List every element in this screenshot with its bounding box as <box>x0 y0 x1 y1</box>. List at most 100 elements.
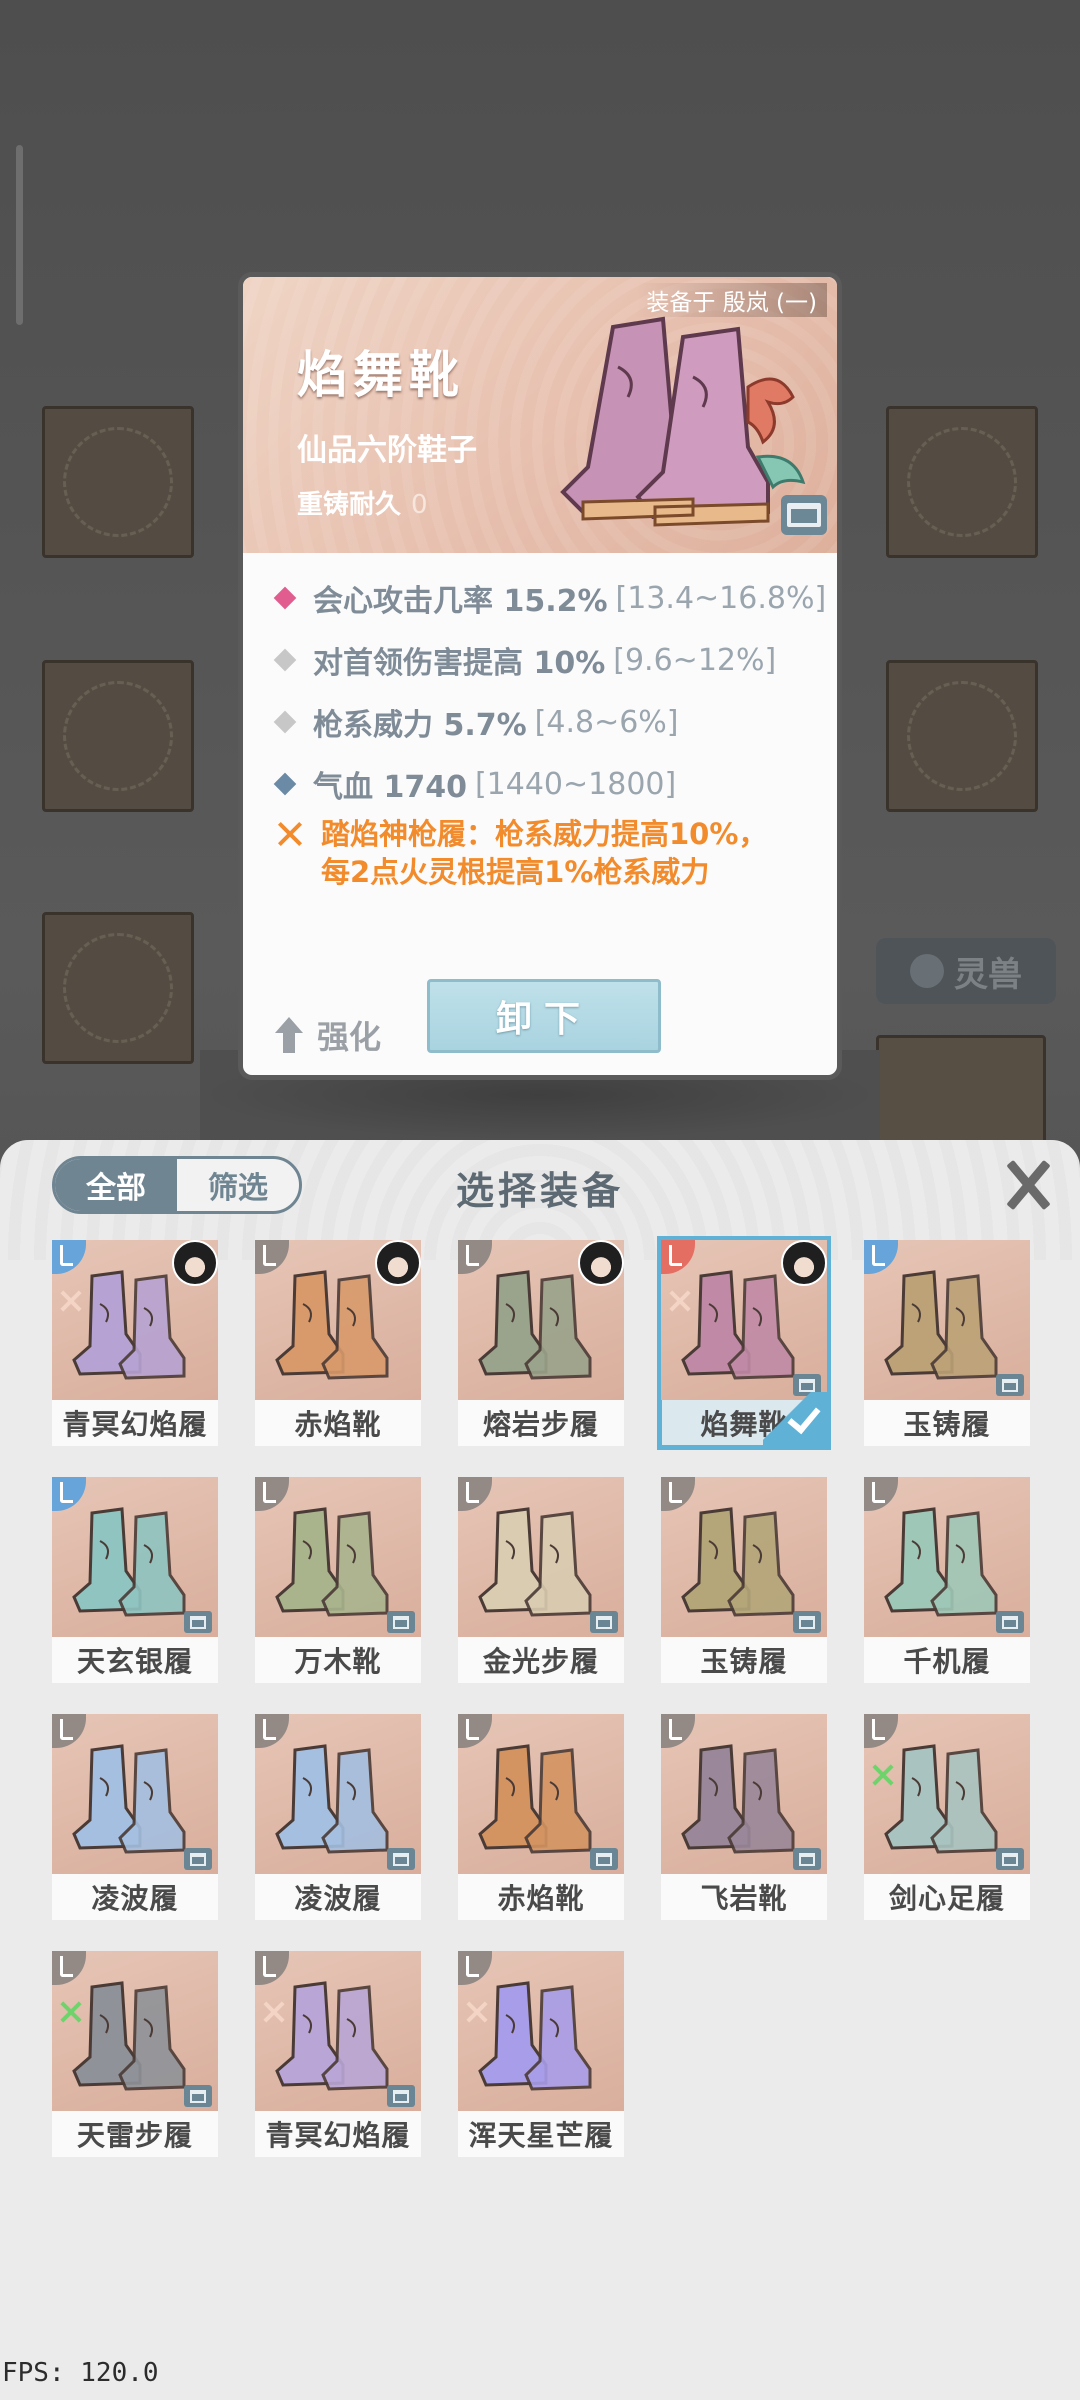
stat-list: 会心攻击几率 15.2% [13.4~16.8%] 对首领伤害提高 10% [9.6… <box>269 567 829 815</box>
item-grade-type: 仙品六阶鞋子 <box>297 433 477 468</box>
lock-icon <box>184 1611 212 1633</box>
set-bonus: 踏焰神枪履：枪系威力提高10%， 每2点火灵根提高1%枪系威力 <box>269 815 829 891</box>
equipped-character-avatar <box>172 1240 218 1286</box>
equipment-name: 玉铸履 <box>903 1408 991 1441</box>
equipment-name: 浑天星芒履 <box>468 2119 614 2152</box>
equipment-name: 飞岩靴 <box>700 1882 788 1915</box>
equipment-name: 赤焰靴 <box>497 1882 585 1915</box>
equipment-card[interactable]: 天玄银履 <box>52 1477 218 1683</box>
stat-text: 对首领伤害提高 10% <box>313 646 606 681</box>
stat-row: 枪系威力 5.7% [4.8~6%] <box>269 691 829 753</box>
lock-icon <box>387 1848 415 1870</box>
equipment-card[interactable]: 赤焰靴 <box>255 1240 421 1446</box>
equipment-card[interactable]: 熔岩步履 <box>458 1240 624 1446</box>
set-mark-icon <box>464 1999 490 2025</box>
equipment-select-panel: 全部 筛选 选择装备 青冥幻焰履 赤焰靴 熔岩步履 焰舞靴 玉铸履 天玄银履 万木靴 金光步履… <box>0 1140 1080 2400</box>
equipment-name: 凌波履 <box>294 1882 382 1915</box>
lock-icon[interactable] <box>781 495 827 535</box>
equipment-name: 万木靴 <box>294 1645 382 1678</box>
equipment-name: 青冥幻焰履 <box>62 1408 208 1441</box>
equipment-card[interactable]: 千机履 <box>864 1477 1030 1683</box>
recast-value: 0 <box>411 490 428 520</box>
diamond-icon <box>273 648 297 672</box>
equipment-name: 熔岩步履 <box>482 1408 599 1441</box>
close-icon[interactable] <box>1002 1158 1054 1210</box>
lock-icon <box>184 2085 212 2107</box>
stat-range: [9.6~12%] <box>613 642 777 678</box>
stat-text: 枪系威力 5.7% <box>313 708 527 743</box>
lock-icon <box>793 1611 821 1633</box>
equipment-name: 千机履 <box>903 1645 991 1678</box>
bg-beast-slot <box>876 1035 1046 1145</box>
bg-boots-slot <box>42 912 194 1064</box>
item-name: 焰舞靴 <box>297 346 465 404</box>
recast-label: 重铸耐久 <box>297 490 402 520</box>
recast-durability: 重铸耐久 0 <box>297 484 428 521</box>
lock-icon <box>590 1848 618 1870</box>
item-header: 装备于 殷岚 (一) 焰舞靴 仙品六阶鞋子 重铸耐久 0 <box>243 277 837 553</box>
lock-icon <box>996 1611 1024 1633</box>
equipment-card[interactable]: 赤焰靴 <box>458 1714 624 1920</box>
diamond-icon <box>273 710 297 734</box>
stat-row: 对首领伤害提高 10% [9.6~12%] <box>269 629 829 691</box>
stat-row: 会心攻击几率 15.2% [13.4~16.8%] <box>269 567 829 629</box>
enhance-button[interactable]: 强化 <box>273 1012 381 1058</box>
equipment-card[interactable]: 凌波履 <box>52 1714 218 1920</box>
equipment-name: 天玄银履 <box>76 1645 193 1678</box>
equipped-character-avatar <box>781 1240 827 1286</box>
set-bonus-line: 每2点火灵根提高1%枪系威力 <box>321 855 710 889</box>
lock-icon <box>996 1374 1024 1396</box>
stat-range: [1440~1800] <box>474 766 677 802</box>
equipment-name: 赤焰靴 <box>294 1408 382 1441</box>
equipment-card[interactable]: 玉铸履 <box>661 1477 827 1683</box>
fps-counter: FPS: 120.0 <box>2 2358 159 2388</box>
diamond-icon <box>273 586 297 610</box>
bg-weapon-slot <box>42 406 194 558</box>
equipped-character-avatar <box>578 1240 624 1286</box>
set-bonus-line: 踏焰神枪履：枪系威力提高10%， <box>321 817 768 851</box>
lock-icon <box>996 1848 1024 1870</box>
unequip-button[interactable]: 卸下 <box>427 979 661 1053</box>
diamond-icon <box>273 772 297 796</box>
equipment-card[interactable]: 玉铸履 <box>864 1240 1030 1446</box>
up-arrow-icon <box>273 1017 305 1053</box>
set-mark-icon <box>261 1999 287 2025</box>
set-bonus-icon <box>275 819 305 849</box>
item-detail-popup: 装备于 殷岚 (一) 焰舞靴 仙品六阶鞋子 重铸耐久 0 会心攻击几率 15.2%… <box>238 272 842 1080</box>
set-mark-icon <box>58 1999 84 2025</box>
spirit-beast-icon <box>910 954 944 988</box>
equipment-card[interactable]: 天雷步履 <box>52 1951 218 2157</box>
stat-row: 气血 1740 [1440~1800] <box>269 753 829 815</box>
equipment-card[interactable]: 剑心足履 <box>864 1714 1030 1920</box>
stat-text: 会心攻击几率 15.2% <box>313 584 608 619</box>
set-mark-icon <box>58 1288 84 1314</box>
equipment-card[interactable]: 青冥幻焰履 <box>255 1951 421 2157</box>
equipment-card[interactable]: 万木靴 <box>255 1477 421 1683</box>
stat-range: [4.8~6%] <box>534 704 679 740</box>
lock-icon <box>387 2085 415 2107</box>
equipment-name: 天雷步履 <box>76 2119 193 2152</box>
checkmark-icon <box>763 1392 827 1446</box>
stat-text: 气血 1740 <box>313 770 467 805</box>
equipment-name: 凌波履 <box>91 1882 179 1915</box>
set-mark-icon <box>667 1288 693 1314</box>
equipment-name: 青冥幻焰履 <box>265 2119 411 2152</box>
equipment-name: 剑心足履 <box>888 1882 1005 1915</box>
stat-range: [13.4~16.8%] <box>615 580 827 616</box>
set-mark-icon <box>870 1762 896 1788</box>
lock-icon <box>793 1848 821 1870</box>
equipment-name: 玉铸履 <box>700 1645 788 1678</box>
equipment-card[interactable]: 浑天星芒履 <box>458 1951 624 2157</box>
bg-spirit-beast-tab: 灵兽 <box>876 938 1056 1004</box>
equipment-card[interactable]: 凌波履 <box>255 1714 421 1920</box>
equipment-card[interactable]: 金光步履 <box>458 1477 624 1683</box>
equipment-card[interactable]: 青冥幻焰履 <box>52 1240 218 1446</box>
equipped-character-avatar <box>375 1240 421 1286</box>
equipped-by-label: 装备于 殷岚 (一) <box>636 283 827 317</box>
lock-icon <box>184 1848 212 1870</box>
equipment-card[interactable]: 焰舞靴 <box>657 1236 831 1450</box>
lock-icon <box>387 1611 415 1633</box>
equipment-card[interactable]: 飞岩靴 <box>661 1714 827 1920</box>
bg-armor-slot <box>42 660 194 812</box>
bg-talisman-slot <box>886 660 1038 812</box>
